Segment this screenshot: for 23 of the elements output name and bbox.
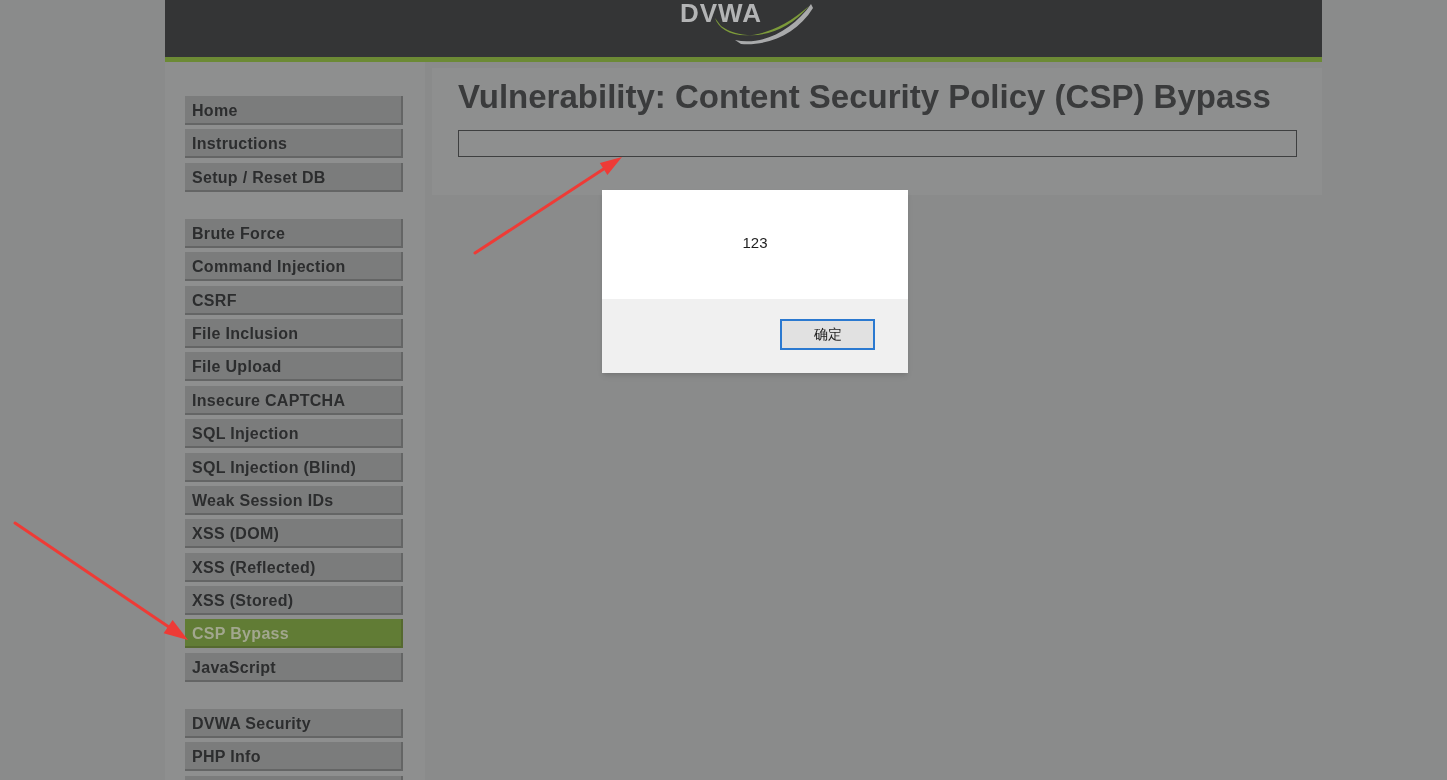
- menu-item[interactable]: CSP Bypass: [185, 619, 403, 649]
- ok-button[interactable]: 确定: [780, 319, 875, 350]
- menu-item[interactable]: Weak Session IDs: [185, 485, 403, 515]
- menu-item[interactable]: File Inclusion: [185, 318, 403, 348]
- menu-item[interactable]: JavaScript: [185, 652, 403, 682]
- menu-item[interactable]: SQL Injection (Blind): [185, 452, 403, 482]
- menu-item[interactable]: XSS (Reflected): [185, 552, 403, 582]
- menu-item[interactable]: Command Injection: [185, 252, 403, 282]
- menu-item[interactable]: Setup / Reset DB: [185, 162, 403, 192]
- alert-message: 123: [742, 233, 768, 254]
- menu-item[interactable]: PHP Info: [185, 742, 403, 772]
- menu-item[interactable]: XSS (DOM): [185, 519, 403, 549]
- menu-item[interactable]: Brute Force: [185, 218, 403, 248]
- page-heading: Vulnerability: Content Security Policy (CSP) Bypass: [458, 77, 1272, 117]
- menu-item[interactable]: CSRF: [185, 285, 403, 315]
- menu-item[interactable]: File Upload: [185, 352, 403, 382]
- menu-item[interactable]: Instructions: [185, 129, 403, 159]
- menu-item[interactable]: XSS (Stored): [185, 586, 403, 616]
- menu-item[interactable]: Insecure CAPTCHA: [185, 385, 403, 415]
- menu-item[interactable]: SQL Injection: [185, 419, 403, 449]
- menu-item[interactable]: DVWA Security: [185, 708, 403, 738]
- menu-item[interactable]: Home: [185, 96, 403, 125]
- logo-text: DVWA: [680, 0, 762, 26]
